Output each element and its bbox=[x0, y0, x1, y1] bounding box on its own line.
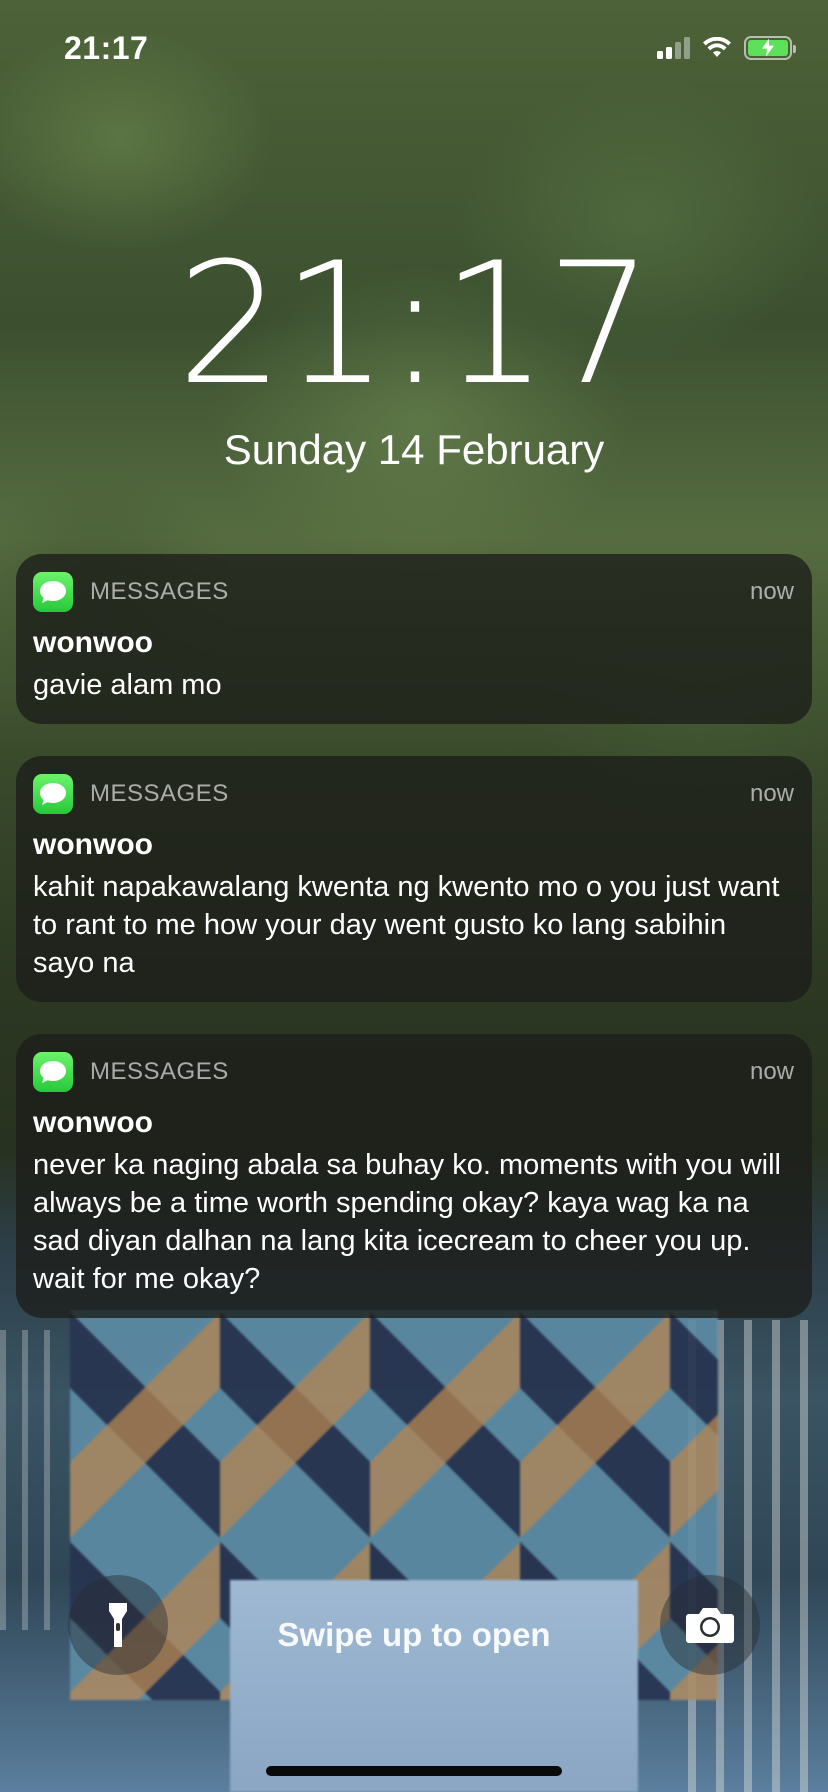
notification-header: MESSAGES now bbox=[33, 774, 794, 814]
lock-screen-date: Sunday 14 February bbox=[223, 426, 605, 473]
messages-icon bbox=[33, 572, 73, 612]
cellular-signal-icon bbox=[657, 37, 690, 59]
notification-message: gavie alam mo bbox=[33, 669, 222, 701]
home-indicator[interactable] bbox=[266, 1766, 562, 1776]
camera-icon bbox=[686, 1608, 734, 1643]
messages-icon bbox=[33, 774, 73, 814]
notification-time: now bbox=[749, 1058, 794, 1085]
notification-message: never ka naging abala sa buhay ko. momen… bbox=[33, 1149, 781, 1295]
notification-app-name: MESSAGES bbox=[90, 578, 229, 605]
notification-card[interactable]: MESSAGES now wonwoo kahit napakawalang k… bbox=[16, 756, 812, 1002]
notification-sender: wonwoo bbox=[33, 828, 153, 861]
notification-time: now bbox=[749, 578, 794, 605]
notification-card[interactable]: MESSAGES now wonwoo never ka naging abal… bbox=[16, 1034, 812, 1318]
battery-fill bbox=[748, 38, 788, 57]
notification-message: kahit napakawalang kwenta ng kwento mo o… bbox=[33, 871, 780, 979]
charging-bolt-icon bbox=[762, 38, 774, 57]
camera-button[interactable] bbox=[660, 1575, 760, 1675]
notification-header: MESSAGES now bbox=[33, 572, 794, 612]
wallpaper-jeans bbox=[230, 1580, 638, 1792]
notification-sender: wonwoo bbox=[33, 626, 153, 659]
notification-app-name: MESSAGES bbox=[90, 780, 229, 807]
wallpaper-fence-left bbox=[0, 1330, 60, 1630]
notification-app-name: MESSAGES bbox=[90, 1058, 229, 1085]
notification-card[interactable]: MESSAGES now wonwoo gavie alam mo bbox=[16, 554, 812, 724]
status-icons bbox=[657, 36, 796, 60]
lock-screen-clock: 21:17 bbox=[176, 226, 653, 422]
notification-time: now bbox=[749, 780, 794, 807]
messages-icon bbox=[33, 1052, 73, 1092]
notification-header: MESSAGES now bbox=[33, 1052, 794, 1092]
notification-sender: wonwoo bbox=[33, 1106, 153, 1139]
battery-icon bbox=[744, 36, 796, 60]
status-time: 21:17 bbox=[64, 30, 149, 66]
status-bar: 21:17 bbox=[0, 0, 828, 100]
wifi-icon bbox=[703, 37, 731, 57]
